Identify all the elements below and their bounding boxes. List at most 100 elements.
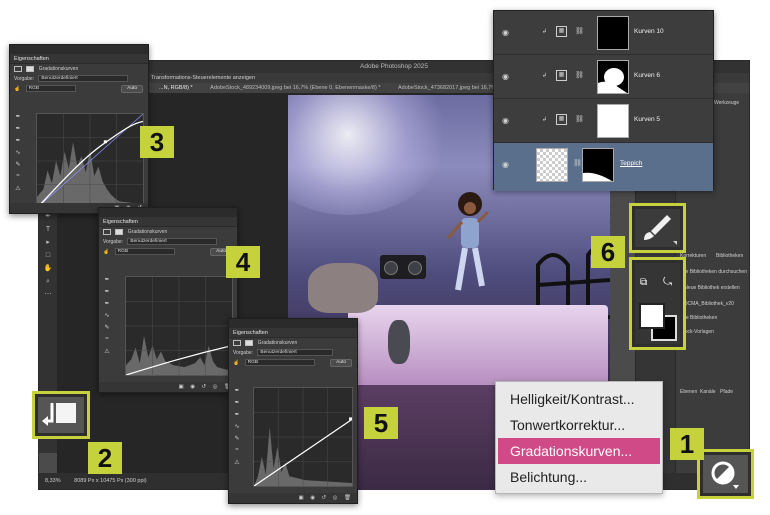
clip-to-layer-icon[interactable]: ▣ — [178, 384, 183, 390]
preset-dropdown[interactable]: Benutzerdefiniert — [38, 75, 129, 83]
preset-label: Vorgabe: — [233, 350, 254, 356]
layer-row-selected[interactable]: ◉ ⛓ Teppich — [494, 143, 713, 191]
gray-point-eyedropper-icon[interactable]: ✒ — [102, 288, 112, 300]
tab-channels[interactable]: Kanäle — [700, 389, 716, 395]
tab-layers[interactable]: Ebenen — [680, 389, 697, 395]
link-icon[interactable]: ⛓ — [573, 159, 582, 167]
gray-point-eyedropper-icon[interactable]: ✒ — [13, 125, 23, 137]
hand-adjust-icon[interactable]: ☝ — [103, 249, 109, 255]
foreground-color-swatch[interactable] — [639, 303, 665, 329]
reset-icon[interactable]: ↺ — [202, 384, 207, 390]
black-point-eyedropper-icon[interactable]: ✒ — [13, 113, 23, 125]
gray-point-eyedropper-icon[interactable]: ✒ — [232, 399, 242, 411]
tab-paths[interactable]: Pfade — [720, 389, 733, 395]
menu-item-levels[interactable]: Tonwertkorrektur... — [496, 412, 662, 438]
type-tool-icon[interactable]: T — [39, 223, 57, 236]
clip-to-layer-icon[interactable]: ▣ — [298, 495, 303, 501]
layer-mask-thumbnail[interactable] — [582, 148, 614, 182]
adjustment-layer-button-highlight[interactable] — [697, 449, 754, 499]
tab-document-2[interactable]: AdobeStock_489234009.jpeg bei 16,7% (Ebe… — [202, 83, 388, 93]
callout-6: 6 — [591, 236, 625, 268]
smooth-icon[interactable]: ≈ — [102, 336, 112, 348]
mask-icon[interactable] — [26, 65, 35, 72]
mask-icon[interactable] — [115, 228, 124, 235]
menu-item-curves[interactable]: Gradationskurven... — [498, 438, 660, 464]
zoom-level[interactable]: 8,33% — [45, 478, 61, 484]
clipping-mask-button-highlight[interactable] — [32, 391, 90, 439]
view-previous-icon[interactable]: ◉ — [310, 495, 315, 501]
hand-tool-icon[interactable]: ✋ — [39, 262, 57, 275]
pencil-icon[interactable]: ✎ — [232, 435, 242, 447]
layer-name[interactable]: Kurven 5 — [634, 116, 660, 123]
layer-name[interactable]: Teppich — [620, 160, 642, 167]
reset-icon[interactable]: ↺ — [322, 495, 327, 501]
color-swatches-highlight[interactable]: ⧉ ⤿ — [629, 257, 686, 350]
link-icon[interactable]: ⛓ — [575, 71, 584, 79]
curve-graph[interactable] — [125, 276, 233, 376]
swap-colors-icon[interactable]: ⤿ — [663, 276, 672, 289]
channel-dropdown[interactable]: RGB — [25, 85, 76, 93]
clipping-warning-icon[interactable]: ⚠ — [13, 185, 23, 197]
girl-figure — [446, 192, 490, 291]
layer-name[interactable]: Kurven 6 — [634, 72, 660, 79]
clipping-warning-icon[interactable]: ⚠ — [232, 459, 242, 471]
link-icon[interactable]: ⛓ — [575, 115, 584, 123]
black-point-eyedropper-icon[interactable]: ✒ — [102, 276, 112, 288]
tools-label[interactable]: Werkzeuge — [714, 100, 739, 106]
menu-item-exposure[interactable]: Belichtung... — [496, 464, 662, 490]
white-point-eyedropper-icon[interactable]: ✒ — [232, 411, 242, 423]
rectangle-tool-icon[interactable]: □ — [39, 249, 57, 262]
clipping-warning-icon[interactable]: ⚠ — [102, 348, 112, 360]
new-library-button[interactable]: + Neue Bibliothek erstellen — [680, 285, 740, 291]
auto-button[interactable]: Auto — [121, 85, 143, 93]
zoom-tool-icon[interactable]: ⌕ — [39, 275, 57, 288]
library-item[interactable]: DOCMA_Bibliothek_v20 — [680, 301, 734, 307]
link-icon[interactable]: ⛓ — [575, 27, 584, 35]
tab-document-1[interactable]: ...N, RGB/8) * — [151, 83, 201, 93]
channel-dropdown[interactable]: RGB — [114, 248, 175, 256]
pencil-icon[interactable]: ✎ — [102, 324, 112, 336]
layer-mask-thumbnail[interactable] — [597, 16, 629, 50]
view-previous-icon[interactable]: ◉ — [190, 384, 195, 390]
layer-name[interactable]: Kurven 10 — [634, 28, 664, 35]
tab-libraries[interactable]: Bibliotheken — [716, 253, 743, 259]
preset-dropdown[interactable]: Benutzerdefiniert — [257, 349, 334, 357]
eye-icon[interactable]: ◉ — [502, 72, 512, 82]
visibility-icon[interactable]: ◎ — [213, 384, 218, 390]
smooth-icon[interactable]: ≈ — [232, 447, 242, 459]
layer-row[interactable]: ◉ ↲ ▦ ⛓ Kurven 10 — [494, 11, 713, 55]
white-point-eyedropper-icon[interactable]: ✒ — [102, 300, 112, 312]
auto-button[interactable]: Auto — [330, 359, 352, 367]
black-point-eyedropper-icon[interactable]: ✒ — [232, 387, 242, 399]
path-select-tool-icon[interactable]: ▸ — [39, 236, 57, 249]
smooth-icon[interactable]: ≈ — [13, 173, 23, 185]
curve-graph[interactable] — [253, 387, 353, 487]
pencil-icon[interactable]: ✎ — [13, 161, 23, 173]
preset-dropdown[interactable]: Benutzerdefiniert — [127, 238, 218, 246]
hand-adjust-icon[interactable]: ☝ — [233, 360, 239, 366]
layer-mask-thumbnail[interactable] — [597, 104, 629, 138]
layer-row[interactable]: ◉ ↲ ▦ ⛓ Kurven 6 — [494, 55, 713, 99]
layer-mask-thumbnail[interactable] — [597, 60, 629, 94]
curve-edit-icon[interactable]: ∿ — [102, 312, 112, 324]
default-colors-icon[interactable]: ⧉ — [640, 277, 647, 288]
layer-thumbnail[interactable] — [536, 148, 568, 182]
library-search-input[interactable]: Alle Bibliotheken durchsuchen — [680, 269, 747, 275]
white-point-eyedropper-icon[interactable]: ✒ — [13, 137, 23, 149]
eye-icon[interactable]: ◉ — [502, 116, 512, 126]
delete-icon[interactable]: 🗑 — [344, 495, 351, 501]
curve-edit-icon[interactable]: ∿ — [13, 149, 23, 161]
visibility-icon[interactable]: ◎ — [333, 495, 338, 501]
more-tools-icon[interactable]: ⋯ — [39, 288, 57, 301]
mask-icon[interactable] — [245, 339, 254, 346]
menu-item-brightness-contrast[interactable]: Helligkeit/Kontrast... — [496, 386, 662, 412]
hand-adjust-icon[interactable]: ☝ — [14, 86, 20, 92]
curve-edit-icon[interactable]: ∿ — [232, 423, 242, 435]
transform-controls-checkbox[interactable]: Transformations-Steuerelemente anzeigen — [151, 75, 255, 81]
curve-graph[interactable] — [36, 113, 144, 209]
eye-icon[interactable]: ◉ — [502, 160, 512, 170]
brush-tool-highlight[interactable] — [629, 203, 686, 253]
layer-row[interactable]: ◉ ↲ ▦ ⛓ Kurven 5 — [494, 99, 713, 143]
eye-icon[interactable]: ◉ — [502, 28, 512, 38]
channel-dropdown[interactable]: RGB — [244, 359, 315, 367]
